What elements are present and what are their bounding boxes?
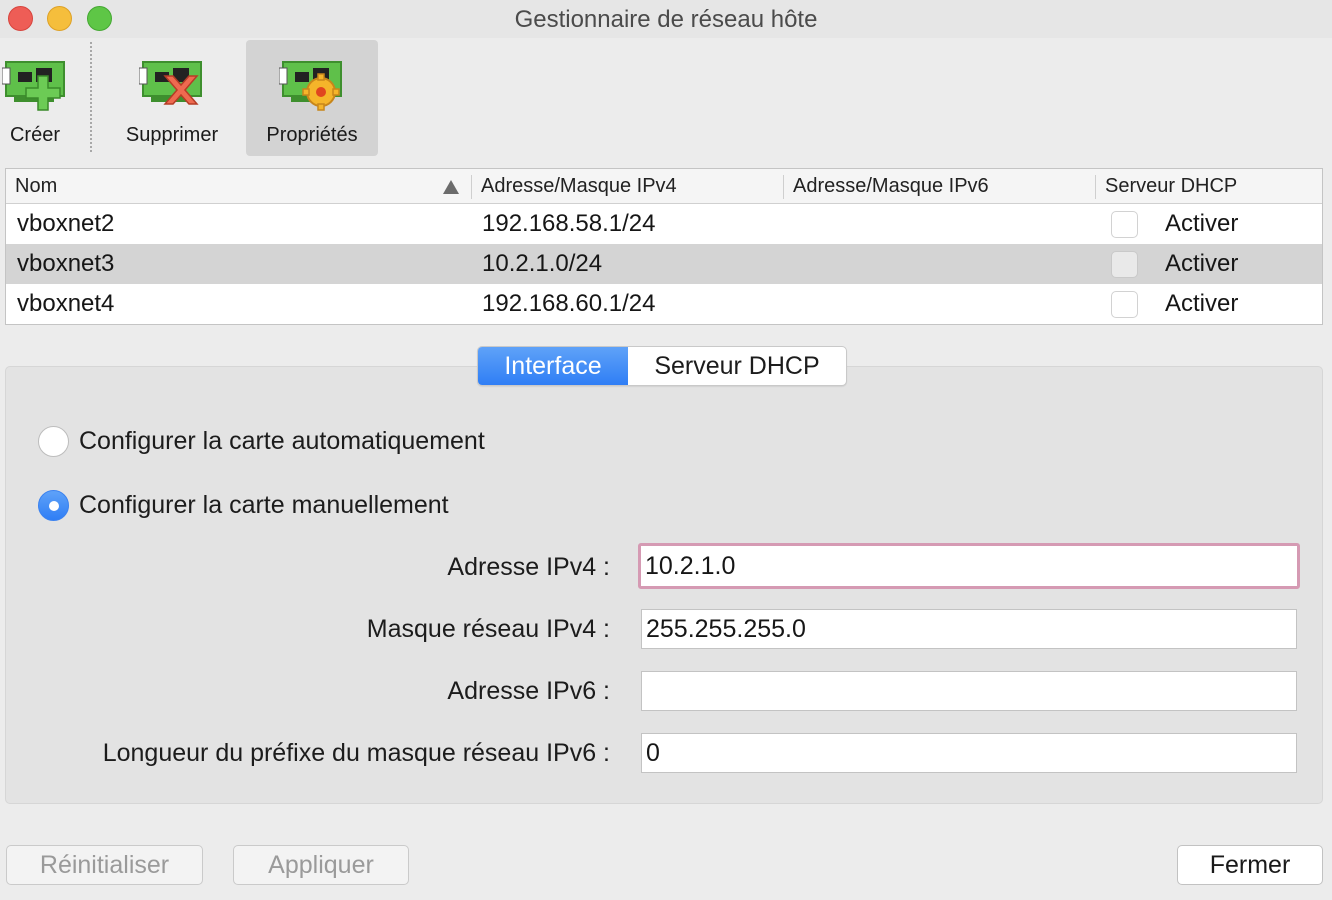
ipv6-prefix-field[interactable] (641, 733, 1297, 773)
column-header-dhcp[interactable]: Serveur DHCP (1105, 169, 1237, 204)
toolbar-separator (90, 42, 92, 152)
row-ipv4: 10.2.1.0/24 (482, 250, 603, 277)
toolbar: Créer Supprimer Propriétés (0, 38, 1332, 160)
create-button-label: Créer (9, 124, 60, 146)
properties-button[interactable]: Propriétés (246, 40, 378, 156)
table-row[interactable]: vboxnet2 192.168.58.1/24 Activer (6, 204, 1322, 244)
settings-tabs: Interface Serveur DHCP (477, 346, 847, 386)
row-ipv4: 192.168.60.1/24 (482, 290, 656, 317)
manual-config-option[interactable]: Configurer la carte manuellement (38, 490, 449, 521)
ipv4-address-label: Adresse IPv4 : (447, 553, 610, 581)
interface-settings-panel: Configurer la carte automatiquement Conf… (5, 366, 1323, 804)
row-name: vboxnet4 (17, 290, 115, 317)
tab-interface[interactable]: Interface (478, 347, 628, 385)
column-header-ipv4[interactable]: Adresse/Masque IPv4 (481, 169, 677, 204)
row-name: vboxnet3 (17, 250, 115, 277)
apply-button[interactable]: Appliquer (233, 845, 409, 885)
window-title: Gestionnaire de réseau hôte (514, 6, 818, 33)
remove-button[interactable]: Supprimer (112, 40, 232, 156)
auto-config-label[interactable]: Configurer la carte automatiquement (79, 427, 485, 456)
table-header: Nom Adresse/Masque IPv4 Adresse/Masque I… (6, 169, 1322, 204)
column-divider (783, 175, 784, 199)
create-button[interactable]: Créer (0, 40, 70, 156)
dhcp-enable-checkbox[interactable] (1111, 291, 1138, 318)
row-name: vboxnet2 (17, 210, 115, 237)
ipv6-address-field[interactable] (641, 671, 1297, 711)
ipv6-prefix-label: Longueur du préfixe du masque réseau IPv… (102, 739, 610, 767)
auto-config-option[interactable]: Configurer la carte automatiquement (38, 426, 485, 457)
auto-config-radio[interactable] (38, 426, 69, 457)
dhcp-enable-checkbox[interactable] (1111, 211, 1138, 238)
row-ipv4: 192.168.58.1/24 (482, 210, 656, 237)
ipv4-mask-label: Masque réseau IPv4 : (366, 615, 610, 643)
column-header-ipv6[interactable]: Adresse/Masque IPv6 (793, 169, 989, 204)
dhcp-enable-label: Activer (1165, 250, 1239, 277)
network-card-properties-icon (278, 48, 345, 112)
dhcp-enable-checkbox[interactable] (1111, 251, 1138, 278)
table-row[interactable]: vboxnet4 192.168.60.1/24 Activer (6, 284, 1322, 324)
manual-config-label[interactable]: Configurer la carte manuellement (79, 491, 449, 520)
reset-button[interactable]: Réinitialiser (6, 845, 203, 885)
ipv4-mask-field[interactable] (641, 609, 1297, 649)
tab-dhcp-server[interactable]: Serveur DHCP (628, 347, 846, 385)
host-network-table[interactable]: Nom Adresse/Masque IPv4 Adresse/Masque I… (5, 168, 1323, 325)
dhcp-enable-label: Activer (1165, 290, 1239, 317)
network-card-remove-icon (138, 48, 205, 112)
close-button[interactable]: Fermer (1177, 845, 1323, 885)
column-divider (1095, 175, 1096, 199)
title-bar: Gestionnaire de réseau hôte (0, 0, 1332, 38)
sort-ascending-icon (443, 180, 459, 194)
column-divider (471, 175, 472, 199)
remove-button-label: Supprimer (125, 124, 219, 146)
ipv6-address-label: Adresse IPv6 : (447, 677, 610, 705)
table-row-selected[interactable]: vboxnet3 10.2.1.0/24 Activer (6, 244, 1322, 284)
column-header-name[interactable]: Nom (15, 169, 57, 204)
manual-config-radio[interactable] (38, 490, 69, 521)
dhcp-enable-label: Activer (1165, 210, 1239, 237)
ipv4-address-field[interactable] (638, 543, 1300, 589)
network-card-add-icon (1, 48, 68, 112)
properties-button-label: Propriétés (266, 124, 358, 146)
